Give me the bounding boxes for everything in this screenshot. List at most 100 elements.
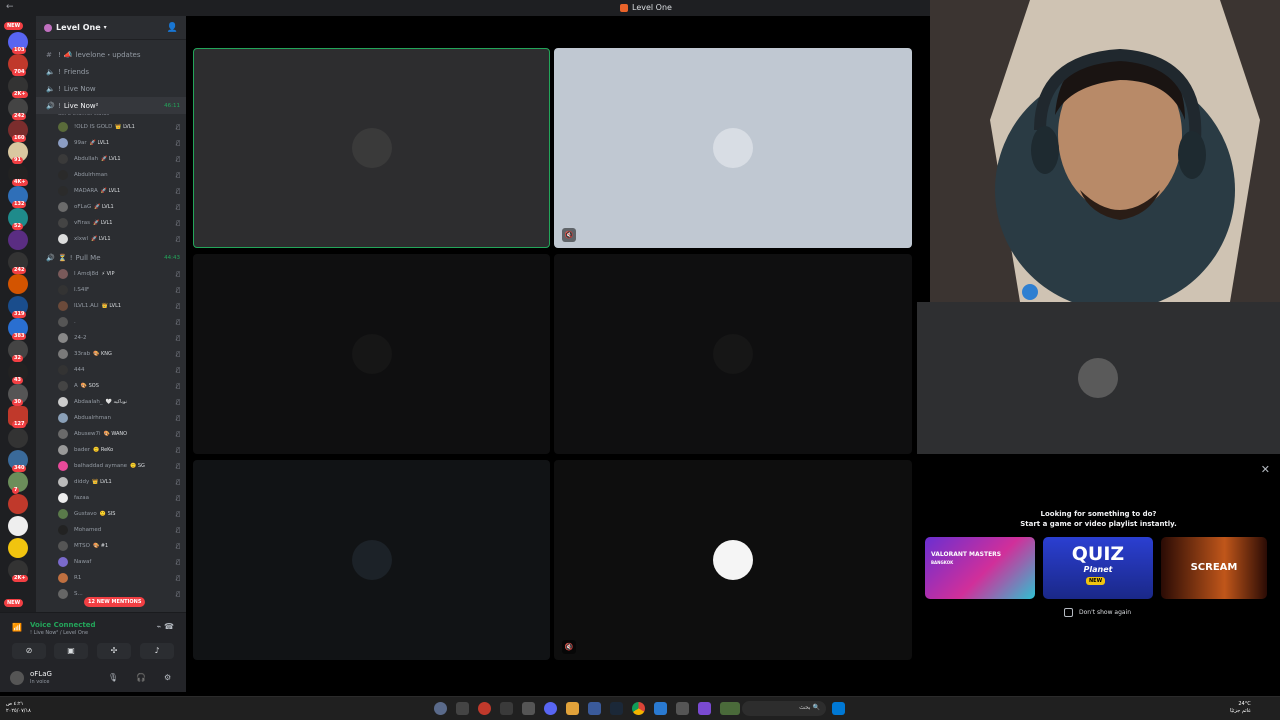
role-tag: 🙂 SIS <box>99 511 116 517</box>
voice-user[interactable]: Abdaalah_ 🤍 ﻧﻮﺑﺎﻛﻴﻪ 🎙̸ <box>36 394 186 410</box>
headphones-icon[interactable]: 🎧 <box>136 673 146 682</box>
mic-muted-icon: 🎙̸ <box>176 139 180 147</box>
channel-live-now[interactable]: 🔈 ! Live Now <box>36 80 186 97</box>
channel-friends[interactable]: 🔈 ! Friends <box>36 63 186 80</box>
voice-user[interactable]: 99ar 🚀 LVL1 🎙̸ <box>36 135 186 151</box>
voice-user[interactable]: Abdullah 🚀 LVL1 🎙̸ <box>36 151 186 167</box>
avatar <box>58 186 68 196</box>
add-member-icon[interactable]: 👤 <box>167 23 178 33</box>
voice-user[interactable]: balhaddad aymane 🙂 SG 🎙̸ <box>36 458 186 474</box>
voice-user[interactable]: diddy 👑 LVL1 🎙̸ <box>36 474 186 490</box>
username[interactable]: oFLaG <box>30 670 52 678</box>
windows-start-icon[interactable] <box>832 702 845 715</box>
server-header[interactable]: Level One ▾ 👤 <box>36 16 186 40</box>
app-icon[interactable] <box>500 702 513 715</box>
store-icon[interactable] <box>676 702 689 715</box>
participant-tile[interactable] <box>554 254 912 454</box>
voice-user[interactable]: fazaa 🎙̸ <box>36 490 186 506</box>
voice-user[interactable]: xlxwl 🚀 LVL1 🎙̸ <box>36 231 186 247</box>
channel-live-now-2[interactable]: 🔊 ! Live Now² 46:11 <box>36 97 186 114</box>
participant-tile-right[interactable] <box>917 302 1280 454</box>
server-icon-10[interactable] <box>8 230 28 250</box>
camera-off-button[interactable]: ⊘ <box>12 643 46 659</box>
avatar <box>58 301 68 311</box>
voice-user[interactable]: 24-2 🎙̸ <box>36 330 186 346</box>
voice-user[interactable]: Mohamed 🎙̸ <box>36 522 186 538</box>
voice-user[interactable]: Abusew7i 🎨 WANO 🎙̸ <box>36 426 186 442</box>
live-now-users: !OLD IS GOLD 👑 LVL1 🎙̸ 99ar 🚀 LVL1 🎙̸ Abdullah… <box>36 119 186 247</box>
server-icon-22[interactable] <box>8 494 28 514</box>
activity-card-scream[interactable]: SCREAM <box>1161 537 1267 599</box>
activity-card-quiz[interactable]: QUIZ Planet NEW <box>1043 537 1153 599</box>
voice-connected-label[interactable]: Voice Connected <box>30 621 96 629</box>
voice-user[interactable]: MADARA 🚀 LVL1 🎙̸ <box>36 183 186 199</box>
voice-connection-panel: 📶 Voice Connected ! Live Now² / Level On… <box>0 612 186 664</box>
voice-user[interactable]: Abdulrhman 🎙̸ <box>36 167 186 183</box>
steam-icon[interactable] <box>610 702 623 715</box>
voice-user[interactable]: vFiras 🚀 LVL1 🎙̸ <box>36 215 186 231</box>
participant-tile[interactable]: 🔇 <box>554 48 912 248</box>
copilot-icon[interactable] <box>698 702 711 715</box>
participant-tile[interactable] <box>193 460 550 660</box>
taskbar-search[interactable]: بحث 🔍 <box>742 701 826 716</box>
app-icon[interactable] <box>456 702 469 715</box>
weather-widget[interactable]: 24°C غائم جزئيًا <box>1230 701 1251 715</box>
muted-icon: 🔇 <box>562 228 576 242</box>
voice-user[interactable]: R1 🎙̸ <box>36 570 186 586</box>
server-icon-19[interactable] <box>8 428 28 448</box>
voice-user[interactable]: Abdualrhman 🎙̸ <box>36 410 186 426</box>
voice-user[interactable]: !OLD IS GOLD 👑 LVL1 🎙̸ <box>36 119 186 135</box>
back-arrow-icon[interactable]: ← <box>6 2 14 12</box>
muted-icon: 🔇 <box>562 640 576 654</box>
activity-suggestions: ✕ Looking for something to do? Start a g… <box>917 456 1280 692</box>
chrome-icon[interactable] <box>632 702 645 715</box>
dont-show-again-checkbox[interactable]: Don't show again <box>1064 608 1131 617</box>
voice-channel-path[interactable]: ! Live Now² / Level One <box>30 630 88 636</box>
settings-icon[interactable] <box>434 702 447 715</box>
avatar[interactable] <box>10 671 24 685</box>
app-icon[interactable] <box>588 702 601 715</box>
participant-tile[interactable]: 🔇 <box>554 460 912 660</box>
voice-user[interactable]: I.S4IF 🎙̸ <box>36 282 186 298</box>
screen-share-button[interactable]: ▣ <box>54 643 88 659</box>
server-icon-12[interactable] <box>8 274 28 294</box>
channel-updates[interactable]: # ! 📣 levelone・updates <box>36 46 186 63</box>
app-icon[interactable] <box>478 702 491 715</box>
voice-user[interactable]: Gustavo 🙂 SIS 🎙̸ <box>36 506 186 522</box>
avatar <box>58 525 68 535</box>
voice-user[interactable]: . 🎙̸ <box>36 314 186 330</box>
participant-tile[interactable] <box>193 254 550 454</box>
app-icon[interactable] <box>522 702 535 715</box>
channel-pull-me[interactable]: 🔊 ⏳ ! Pull Me 44:43 <box>36 249 186 266</box>
activities-button[interactable]: ✣ <box>97 643 131 659</box>
microphone-icon[interactable]: 🎙 <box>108 673 118 682</box>
voice-user[interactable]: Nawaf 🎙̸ <box>36 554 186 570</box>
voice-user[interactable]: bader 🙂 ReKo 🎙̸ <box>36 442 186 458</box>
voice-user[interactable]: A 🎨 SOS 🎙̸ <box>36 378 186 394</box>
participant-avatar <box>351 540 392 580</box>
app-icon[interactable] <box>720 702 740 715</box>
signal-icon[interactable]: 📶 <box>12 623 22 632</box>
voice-user-name: oFLaG <box>74 204 92 210</box>
activity-card-valorant[interactable]: VALORANT MASTERS BANGKOK <box>925 537 1035 599</box>
voice-user[interactable]: ILVL1.ALI 👑 LVL1 🎙̸ <box>36 298 186 314</box>
discord-taskbar-icon[interactable] <box>544 702 557 715</box>
taskbar-clock[interactable]: ٤:٢١ ص ٢٠٢٥/٠٧/١٨ <box>6 701 31 715</box>
file-explorer-icon[interactable] <box>566 702 579 715</box>
voice-user[interactable]: oFLaG 🚀 LVL1 🎙̸ <box>36 199 186 215</box>
mic-muted-icon: 🎙̸ <box>176 334 180 342</box>
close-icon[interactable]: ✕ <box>1261 463 1270 476</box>
disconnect-icon[interactable]: ⌁ ☎ <box>157 622 174 631</box>
gear-icon[interactable]: ⚙ <box>164 673 171 682</box>
avatar <box>58 429 68 439</box>
mail-icon[interactable] <box>654 702 667 715</box>
server-icon-24[interactable] <box>8 538 28 558</box>
voice-user[interactable]: 444 🎙̸ <box>36 362 186 378</box>
server-icon-23[interactable] <box>8 516 28 536</box>
soundboard-button[interactable]: ♪ <box>140 643 174 659</box>
voice-user[interactable]: 33rab 🎨 KNG 🎙̸ <box>36 346 186 362</box>
voice-user[interactable]: I Amdj8d ⚡ VIP 🎙̸ <box>36 266 186 282</box>
new-mentions-pill[interactable]: 12 NEW MENTIONS <box>84 597 146 607</box>
participant-tile-speaking[interactable] <box>193 48 550 248</box>
voice-user[interactable]: MTSO 🎨 #1 🎙̸ <box>36 538 186 554</box>
